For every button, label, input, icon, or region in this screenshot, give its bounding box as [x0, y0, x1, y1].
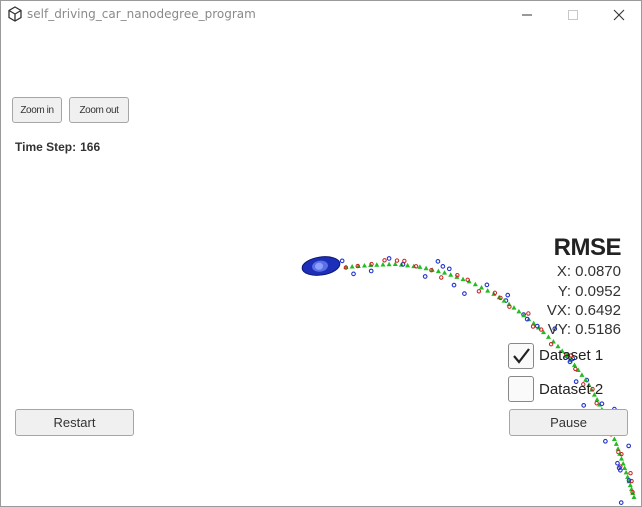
radar-marker [615, 460, 620, 466]
minimize-button[interactable] [504, 1, 550, 29]
restart-button[interactable]: Restart [15, 409, 134, 436]
lidar-marker [439, 275, 444, 280]
estimate-marker [460, 276, 466, 282]
rmse-vy-value: 0.5186 [575, 321, 621, 338]
rmse-y-label: Y: [557, 283, 572, 300]
radar-marker [505, 292, 511, 298]
lidar-marker [402, 258, 407, 264]
rmse-vx: VX: 0.6492 [547, 302, 621, 319]
estimate-marker [622, 465, 628, 470]
zoom-out-button[interactable]: Zoom out [69, 97, 129, 123]
estimate-marker [627, 482, 633, 488]
lidar-marker [476, 289, 482, 294]
close-button[interactable] [596, 1, 641, 29]
estimate-marker [405, 262, 411, 268]
radar-marker [599, 401, 605, 407]
checkmark-icon [513, 348, 530, 364]
radar-marker [400, 262, 406, 267]
radar-marker [386, 256, 392, 261]
estimate-marker [511, 305, 517, 310]
estimate-marker [618, 456, 624, 461]
radar-marker [618, 500, 624, 505]
estimate-marker [442, 270, 448, 275]
close-icon [613, 9, 625, 21]
estimate-marker [611, 436, 617, 441]
time-step-label: Time Step: [15, 140, 77, 154]
estimate-marker [472, 281, 478, 287]
radar-marker [422, 274, 428, 279]
minimize-icon [522, 14, 532, 16]
time-step-value: 166 [80, 140, 101, 154]
lidar-marker [594, 401, 599, 406]
radar-marker [462, 291, 467, 296]
rmse-vy-label: VY: [547, 321, 572, 338]
radar-marker [440, 264, 446, 269]
dataset-2-label[interactable]: Dataset 2 [539, 381, 603, 398]
estimate-marker [361, 263, 367, 268]
maximize-icon [568, 10, 578, 20]
estimate-marker [435, 268, 441, 274]
rmse-y: Y: 0.0952 [558, 283, 621, 300]
rmse-x-value: 0.0870 [575, 263, 621, 280]
estimate-marker [579, 372, 585, 377]
estimate-marker [386, 261, 392, 267]
estimate-marker [349, 264, 355, 269]
radar-marker [435, 259, 441, 264]
estimate-marker [374, 262, 380, 267]
rmse-x-label: X: [556, 263, 572, 280]
lidar-marker [573, 366, 578, 372]
radar-marker [626, 443, 632, 449]
radar-marker [339, 258, 345, 264]
radar-marker [534, 323, 540, 329]
radar-marker [581, 403, 587, 408]
estimate-marker [479, 284, 485, 290]
estimate-marker [485, 288, 491, 293]
lidar-marker [530, 324, 536, 329]
rmse-title: RMSE [553, 234, 622, 261]
estimate-marker [516, 308, 522, 314]
radar-marker [446, 266, 452, 272]
estimate-marker [623, 469, 629, 475]
car [301, 256, 341, 276]
rmse-y-value: 0.0952 [575, 283, 621, 300]
dataset-1-checkbox[interactable] [508, 343, 534, 369]
dataset-2-checkbox[interactable] [508, 376, 534, 402]
estimate-marker [380, 262, 386, 267]
estimate-marker [423, 265, 429, 271]
lidar-marker [526, 311, 531, 316]
rmse-vx-label: VX: [546, 302, 572, 319]
dataset-1-label[interactable]: Dataset 1 [539, 347, 603, 364]
simulator-window: self_driving_car_nanodegree_program Zoom… [0, 0, 642, 507]
estimate-marker [631, 494, 637, 499]
pause-button[interactable]: Pause [509, 409, 628, 436]
rmse-vy: VY: 0.5186 [548, 321, 621, 338]
lidar-marker [628, 470, 633, 476]
zoom-in-button[interactable]: Zoom in [12, 97, 62, 123]
radar-marker [351, 271, 356, 277]
maximize-button[interactable] [550, 1, 596, 29]
lidar-marker [538, 327, 544, 332]
lidar-marker [394, 258, 400, 263]
rmse-vx-value: 0.6492 [575, 302, 621, 319]
unity-logo-icon [8, 6, 22, 22]
radar-marker [524, 316, 530, 322]
estimate-marker [448, 272, 454, 277]
radar-marker [618, 467, 623, 473]
lidar-marker [382, 258, 387, 263]
estimate-marker [613, 441, 619, 446]
radar-marker [451, 282, 457, 288]
rmse-x: X: 0.0870 [557, 263, 621, 280]
lidar-marker [548, 341, 554, 347]
estimate-marker [541, 329, 547, 335]
radar-marker [603, 438, 608, 444]
radar-marker [484, 282, 490, 288]
title-bar[interactable]: self_driving_car_nanodegree_program [1, 1, 641, 29]
radar-marker [368, 268, 374, 274]
window-title: self_driving_car_nanodegree_program [27, 7, 256, 21]
time-step-display: Time Step: 166 [15, 140, 104, 154]
